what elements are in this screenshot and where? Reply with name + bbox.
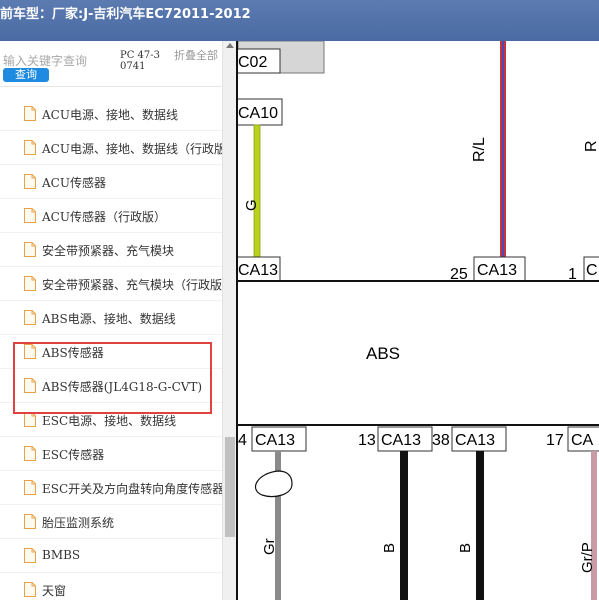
black-wire-1 — [400, 451, 408, 600]
file-icon — [24, 446, 36, 461]
abs-module-label: ABS — [366, 344, 400, 363]
tree-item[interactable]: ABS传感器(JL4G18-G-CVT) — [0, 369, 222, 403]
tree-item[interactable]: 安全带预紧器、充气模块 — [0, 233, 222, 267]
wire-label-grp: Gr/P — [579, 542, 596, 573]
file-icon — [24, 480, 36, 495]
file-icon — [24, 548, 36, 563]
wire-label-r: R — [583, 140, 599, 152]
query-button[interactable]: 查询 — [3, 68, 49, 82]
tree-item-label: ESC传感器 — [42, 448, 105, 462]
tree-item[interactable]: ACU电源、接地、数据线 — [0, 97, 222, 131]
tree-item-label: 胎压监测系统 — [42, 516, 115, 530]
connector-ca13-right-label: C — [586, 262, 598, 279]
connector-c02-label: C02 — [238, 54, 267, 71]
tree-item-label: ABS传感器 — [42, 346, 104, 360]
wiring-diagram[interactable]: C02 CA10 G R/L R CA13 25 CA13 1 C ABS 4 … — [236, 41, 599, 600]
connector-bottom-2-label: CA13 — [381, 432, 421, 449]
file-icon — [24, 276, 36, 291]
connector-ca13-left-label: CA13 — [238, 262, 278, 279]
file-icon — [24, 378, 36, 393]
tree-item-label: 安全带预紧器、充气模块 — [42, 244, 175, 258]
connector-bottom-4-label: CA — [571, 432, 594, 449]
connector-bottom-1-label: CA13 — [255, 432, 295, 449]
file-icon — [24, 582, 36, 597]
tree-item[interactable]: ESC传感器 — [0, 437, 222, 471]
file-icon — [24, 514, 36, 529]
part-code: PC 47-30741 — [120, 50, 161, 72]
search-bar: 查询 PC 47-30741 折叠全部 — [0, 41, 222, 87]
file-icon — [24, 106, 36, 121]
pin-4-label: 4 — [238, 432, 247, 449]
window-title: 前车型：厂家:J-吉利汽车EC72011-2012 — [0, 7, 251, 22]
file-icon — [24, 242, 36, 257]
sidebar-scrollbar[interactable] — [222, 41, 236, 600]
wire-label-rl: R/L — [471, 137, 488, 162]
pin-17-label: 17 — [546, 432, 564, 449]
tree-item-label: BMBS — [42, 548, 81, 562]
tree-item-label: ESC电源、接地、数据线 — [42, 414, 177, 428]
tree-item[interactable]: ACU传感器 — [0, 165, 222, 199]
connector-bottom-3-label: CA13 — [455, 432, 495, 449]
tree-item[interactable]: ESC电源、接地、数据线 — [0, 403, 222, 437]
tree-list: ACU电源、接地、数据线 ACU电源、接地、数据线（行政版） ACU传感器 AC… — [0, 97, 222, 600]
wire-label-gr: Gr — [261, 538, 278, 555]
collapse-all-button[interactable]: 折叠全部 — [174, 50, 218, 62]
file-icon — [24, 208, 36, 223]
tree-item-label: ACU传感器 — [42, 176, 106, 190]
wire-label-b1: B — [381, 543, 398, 553]
scroll-up-arrow-icon[interactable] — [226, 43, 234, 48]
tree-item-label: ESC开关及方向盘转向角度传感器 — [42, 482, 222, 496]
tree-item[interactable]: BMBS — [0, 539, 222, 573]
tree-item[interactable]: ACU传感器（行政版） — [0, 199, 222, 233]
yellow-green-wire — [253, 124, 261, 258]
tree-item-label: 天窗 — [42, 584, 67, 598]
tree-item-label: ACU电源、接地、数据线 — [42, 108, 178, 122]
title-bar: 前车型：厂家:J-吉利汽车EC72011-2012 — [0, 0, 599, 41]
wire-label-b2: B — [457, 543, 474, 553]
file-icon — [24, 344, 36, 359]
sidebar: 查询 PC 47-30741 折叠全部 ACU电源、接地、数据线 ACU电源、接… — [0, 41, 236, 600]
pin-38-label: 38 — [432, 432, 450, 449]
file-icon — [24, 412, 36, 427]
pink-wire — [591, 451, 597, 600]
black-wire-2 — [476, 451, 484, 600]
tree-item-label: 安全带预紧器、充气模块（行政版） — [42, 278, 222, 292]
tree-item[interactable]: 胎压监测系统 — [0, 505, 222, 539]
twisted-pair-loop — [255, 470, 293, 498]
tree-item[interactable]: 安全带预紧器、充气模块（行政版） — [0, 267, 222, 301]
scroll-thumb[interactable] — [225, 437, 235, 537]
tree-item-label: ACU电源、接地、数据线（行政版） — [42, 142, 222, 156]
wire-label-gr-partial: G — [243, 199, 260, 211]
red-blue-wire-stripe — [502, 41, 504, 257]
file-icon — [24, 174, 36, 189]
tree-item-label: ABS传感器(JL4G18-G-CVT) — [42, 380, 203, 394]
pin-13-label: 13 — [358, 432, 376, 449]
tree-item[interactable]: ABS传感器 — [0, 335, 222, 369]
tree-item[interactable]: ACU电源、接地、数据线（行政版） — [0, 131, 222, 165]
tree-item[interactable]: 天窗 — [0, 573, 222, 600]
diagram-canvas: C02 CA10 G R/L R CA13 25 CA13 1 C ABS 4 … — [238, 41, 599, 600]
tree-item-label: ABS电源、接地、数据线 — [42, 312, 176, 326]
connector-ca13-mid-label: CA13 — [477, 262, 517, 279]
tree-item-label: ACU传感器（行政版） — [42, 210, 166, 224]
tree-item[interactable]: ESC开关及方向盘转向角度传感器 — [0, 471, 222, 505]
connector-ca10-label: CA10 — [238, 105, 278, 122]
tree-item[interactable]: ABS电源、接地、数据线 — [0, 301, 222, 335]
file-icon — [24, 140, 36, 155]
file-icon — [24, 310, 36, 325]
